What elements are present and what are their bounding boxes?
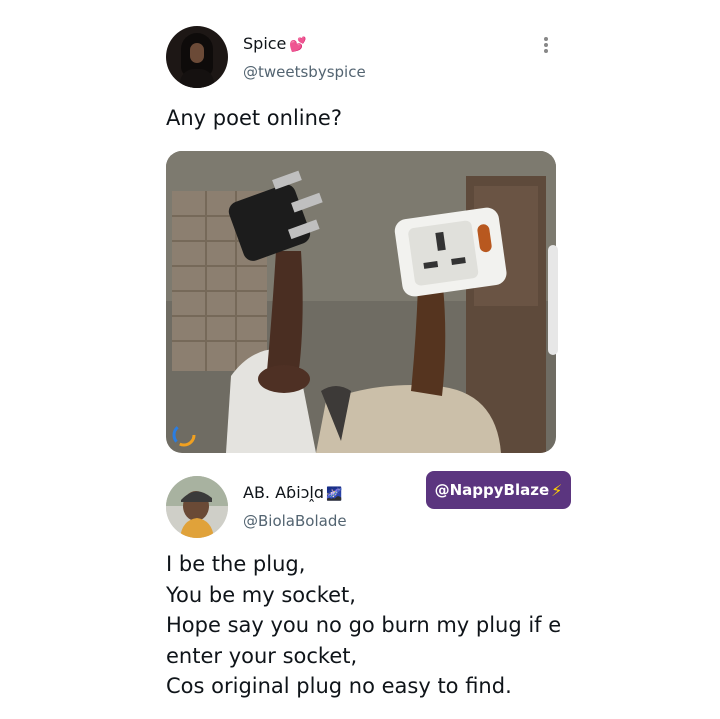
person-cap-avatar-image [166,476,228,538]
plug-and-socket-photo [166,151,556,453]
reply-line: You be my socket, [166,582,356,607]
reply-author-handle[interactable]: @BiolaBolade [243,512,347,530]
watermark-label: @NappyBlaze [434,481,550,499]
avatar-face [190,43,204,63]
tweet-author-name[interactable]: Spice 💕 [243,34,307,53]
tweet-author-handle[interactable]: @tweetsbyspice [243,63,366,81]
night-sky-emoji: 🌌 [326,487,343,502]
more-vertical-icon[interactable] [541,36,551,54]
spice-avatar[interactable] [166,26,228,88]
reply-avatar[interactable] [166,476,228,538]
heart-emoji: 💕 [289,37,307,53]
reply-line: Cos original plug no easy to find. [166,674,512,698]
avatar-shoulders [180,69,214,88]
tweet-image[interactable] [166,151,556,453]
tweet-text: Any poet online? [166,106,342,130]
nappyblaze-watermark: @NappyBlaze ⚡ [426,471,571,509]
reply-line: enter your socket, [166,643,358,668]
reply-author-name[interactable]: AB. Aɓiɔḽɑ 🌌 [243,483,342,502]
lightning-bolt-icon: ⚡ [551,480,563,500]
scroll-handle[interactable] [548,245,558,355]
reply-line: Hope say you no go burn my plug if e [166,613,562,637]
reply-text: I be the plug, You be my socket, Hope sa… [166,549,561,702]
reply-line: I be the plug, [166,552,306,576]
